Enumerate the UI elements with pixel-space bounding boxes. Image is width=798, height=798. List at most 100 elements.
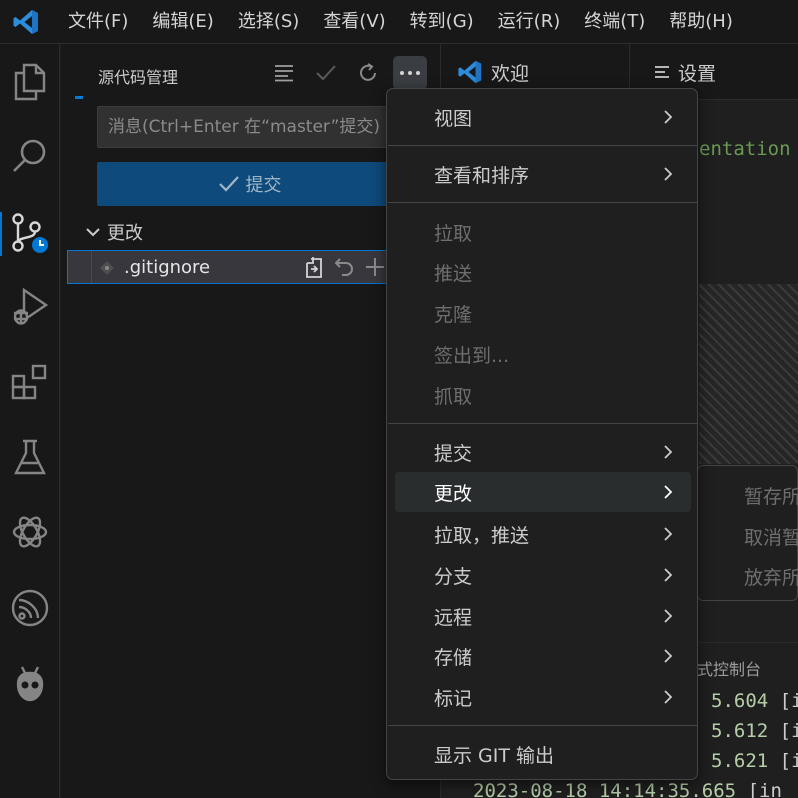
submenu-item-unstage-all[interactable]: 取消暂 (744, 523, 798, 550)
menu-item-stash[interactable]: 存储 (395, 636, 691, 676)
menu-item-label: 视图 (434, 108, 473, 130)
openai-icon[interactable] (0, 502, 60, 562)
menu-selection[interactable]: 选择(S) (226, 0, 311, 44)
menu-item-label: 推送 (434, 263, 473, 285)
settings-editor-icon (655, 66, 669, 78)
menu-bar: 文件(F) 编辑(E) 选择(S) 查看(V) 转到(G) 运行(R) 终端(T… (56, 0, 745, 44)
menu-item-label: 拉取 (434, 223, 473, 245)
log-timestamp: 5.612 (711, 720, 769, 742)
changes-submenu: 暂存所 取消暂 放弃所 (697, 465, 798, 601)
log-line: 5.612 [in (711, 720, 798, 742)
open-file-icon[interactable] (302, 254, 328, 280)
tree-indent-guide (72, 251, 92, 283)
menu-item-label: 签出到... (434, 345, 510, 367)
menu-item-show-git-output[interactable]: 显示 GIT 输出 (395, 734, 691, 774)
more-actions-button[interactable] (393, 56, 427, 90)
menu-item-branch[interactable]: 分支 (395, 555, 691, 595)
menu-view[interactable]: 查看(V) (311, 0, 397, 44)
menu-item-fetch[interactable]: 抓取 (395, 375, 691, 415)
menu-item-commit[interactable]: 提交 (395, 432, 691, 472)
view-as-tree-button[interactable] (267, 56, 301, 90)
menu-file[interactable]: 文件(F) (56, 0, 140, 44)
chevron-right-icon (664, 485, 673, 499)
source-control-icon[interactable] (0, 204, 60, 264)
menu-item-view-and-sort[interactable]: 查看和排序 (395, 154, 691, 194)
log-timestamp: 5.604 (711, 690, 769, 712)
log-line: 5.621 [in (711, 750, 798, 772)
commit-button-label: 提交 (245, 175, 282, 196)
menu-item-label: 分支 (434, 566, 473, 588)
log-timestamp: 2023-08-18 14:14:35.665 (473, 780, 737, 798)
menu-separator (388, 145, 698, 146)
menu-help[interactable]: 帮助(H) (657, 0, 745, 44)
menu-item-pull[interactable]: 拉取 (395, 212, 691, 252)
submenu-item-stage-all[interactable]: 暂存所 (744, 482, 798, 509)
menu-item-clone[interactable]: 克隆 (395, 293, 691, 333)
espressif-icon[interactable] (0, 578, 60, 638)
menu-item-label: 拉取，推送 (434, 525, 530, 547)
extensions-icon[interactable] (0, 352, 60, 412)
menu-item-label: 远程 (434, 607, 473, 629)
submenu-item-discard-all[interactable]: 放弃所 (744, 563, 798, 590)
vscode-logo-icon (0, 0, 52, 44)
progress-indicator (75, 96, 83, 99)
log-timestamp: 5.621 (711, 750, 769, 772)
menu-edit[interactable]: 编辑(E) (140, 0, 225, 44)
chevron-right-icon (664, 649, 673, 663)
stage-changes-icon[interactable] (362, 254, 388, 280)
scm-title: 源代码管理 (98, 68, 179, 87)
menu-item-pull-push[interactable]: 拉取，推送 (395, 514, 691, 554)
chevron-right-icon (664, 609, 673, 623)
chevron-right-icon (664, 527, 673, 541)
menu-terminal[interactable]: 终端(T) (572, 0, 657, 44)
menu-item-tags[interactable]: 标记 (395, 677, 691, 717)
menu-item-label: 查看和排序 (434, 165, 530, 187)
panel-divider (697, 642, 798, 643)
menu-item-label: 存储 (434, 647, 473, 669)
menu-item-view[interactable]: 视图 (395, 97, 691, 137)
menu-item-checkout-to[interactable]: 签出到... (395, 334, 691, 374)
activity-bar (0, 44, 60, 798)
testing-icon[interactable] (0, 428, 60, 488)
commit-button[interactable]: 提交 (97, 162, 427, 206)
chevron-right-icon (664, 445, 673, 459)
run-debug-icon[interactable] (0, 276, 60, 336)
log-line: 5.604 [in (711, 690, 798, 712)
menu-go[interactable]: 转到(G) (398, 0, 486, 44)
source-control-sidebar: 源代码管理 消息(Ctrl+Enter 在“master”提交) 提交 更改 .… (61, 44, 441, 798)
menu-run[interactable]: 运行(R) (486, 0, 573, 44)
explorer-icon[interactable] (0, 52, 60, 112)
commit-check-button[interactable] (309, 56, 343, 90)
menu-item-push[interactable]: 推送 (395, 252, 691, 292)
diagonal-placeholder-pattern (699, 284, 798, 464)
search-icon[interactable] (0, 126, 60, 186)
log-level: [in (747, 780, 782, 798)
menu-item-remote[interactable]: 远程 (395, 596, 691, 636)
menu-item-label: 显示 GIT 输出 (434, 745, 555, 767)
platformio-icon[interactable] (0, 654, 60, 714)
commit-message-input[interactable] (108, 117, 426, 137)
menu-item-label: 抓取 (434, 386, 473, 408)
changes-group-header[interactable]: 更改 (85, 219, 143, 245)
panel-tab-debug-console[interactable]: 式控制台 (697, 656, 761, 680)
menu-separator (388, 725, 698, 726)
chevron-right-icon (664, 690, 673, 704)
refresh-button[interactable] (351, 56, 385, 90)
menu-item-label: 标记 (434, 688, 473, 710)
log-level: [in (779, 720, 798, 742)
menu-item-changes[interactable]: 更改 (395, 472, 691, 512)
log-level: [in (779, 690, 798, 712)
vscode-icon (458, 60, 482, 84)
check-icon (218, 176, 239, 192)
menu-item-label: 提交 (434, 443, 473, 465)
chevron-right-icon (664, 110, 673, 124)
scm-header: 源代码管理 (61, 44, 441, 102)
menu-separator (388, 423, 698, 424)
chevron-right-icon (664, 568, 673, 582)
changed-file-row[interactable]: .gitignore (67, 250, 441, 284)
discard-changes-icon[interactable] (332, 254, 358, 280)
chevron-down-icon (86, 228, 100, 237)
scm-more-actions-menu: 视图 查看和排序 拉取 推送 克隆 签出到... 抓取 提交 更改 拉取，推送 … (386, 88, 698, 780)
log-line: 2023-08-18 14:14:35.665 [in (473, 780, 782, 798)
log-level: [in (779, 750, 798, 772)
